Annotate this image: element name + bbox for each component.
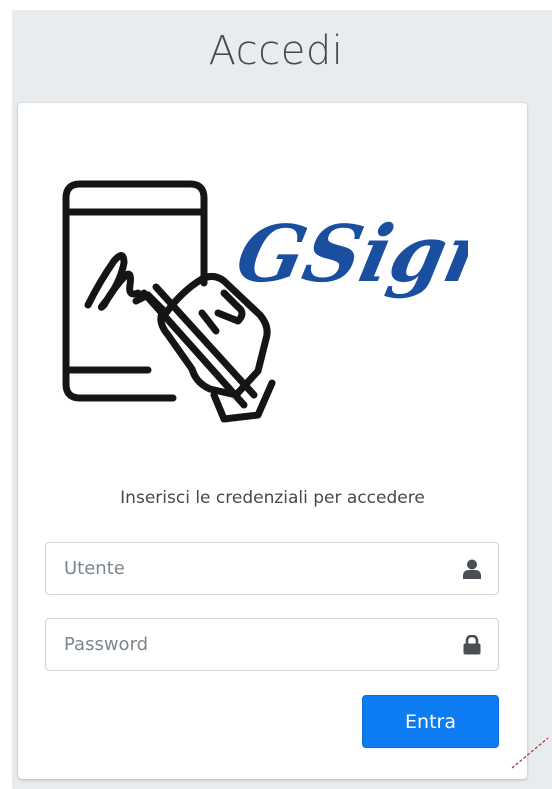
user-icon bbox=[463, 559, 481, 579]
username-field-group bbox=[45, 542, 499, 595]
gsign-logo: GSign bbox=[62, 180, 468, 423]
annotation-dashed-line bbox=[511, 737, 549, 769]
page-title: Accedi bbox=[208, 28, 344, 74]
password-field-group bbox=[45, 618, 499, 671]
password-input[interactable] bbox=[46, 619, 446, 670]
login-button[interactable]: Entra bbox=[362, 695, 499, 748]
login-message: Inserisci le credenziali per accedere bbox=[120, 488, 425, 508]
gsign-wordmark: GSign bbox=[229, 208, 468, 300]
login-card: GSign Inserisci le credenziali per acced… bbox=[18, 103, 527, 779]
lock-icon bbox=[463, 635, 481, 655]
username-input[interactable] bbox=[46, 543, 446, 594]
tablet-signing-hand-icon bbox=[62, 180, 276, 423]
